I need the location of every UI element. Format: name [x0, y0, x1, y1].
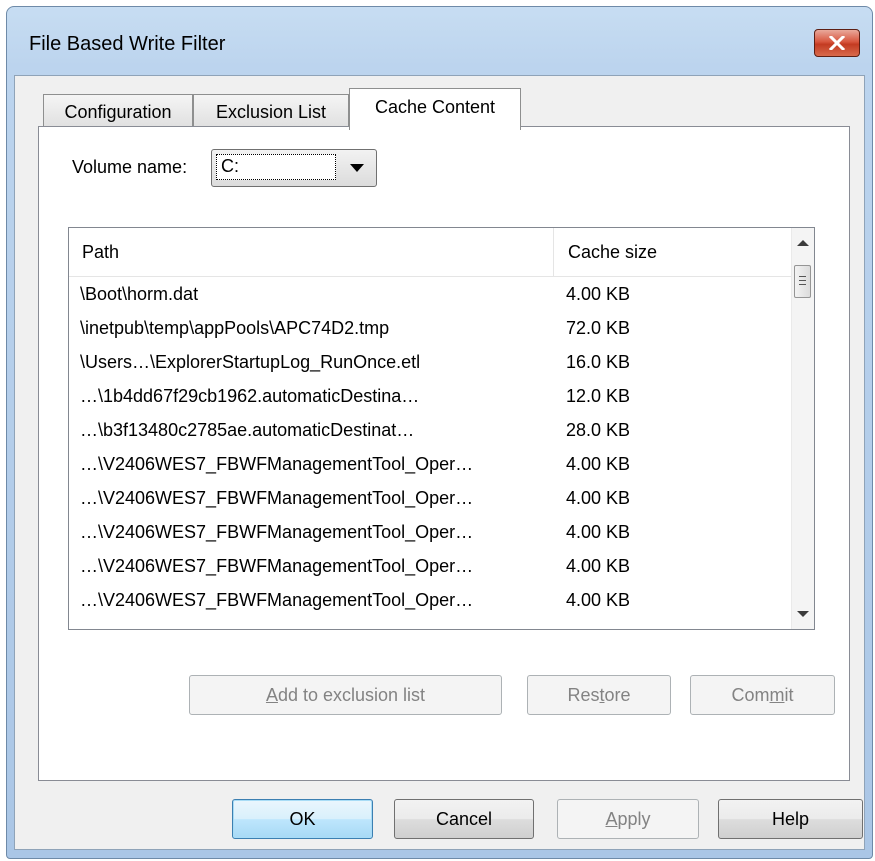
table-row[interactable]: \inetpub\temp\appPools\APC74D2.tmp 72.0 …	[69, 312, 796, 346]
row-cache-size: 4.00 KB	[566, 454, 631, 474]
column-header-cache-size[interactable]: Cache size	[568, 242, 657, 263]
apply-button[interactable]: Apply	[557, 799, 699, 839]
tab-label: Cache Content	[374, 97, 496, 117]
label-part: Res	[567, 684, 600, 705]
tab-label: Configuration	[64, 102, 172, 122]
label-part: Com	[731, 684, 770, 705]
row-path: …\V2406WES7_FBWFManagementTool_Oper…	[80, 556, 474, 576]
tab-configuration[interactable]: Configuration	[43, 94, 193, 130]
table-row[interactable]: …\1b4dd67f29cb1962.automaticDestina… 12.…	[69, 380, 796, 414]
row-path: \Users…\ExplorerStartupLog_RunOnce.etl	[80, 352, 421, 372]
table-row[interactable]: …\V2406WES7_FBWFManagementTool_Oper… 4.0…	[69, 516, 796, 550]
column-divider[interactable]	[553, 228, 554, 276]
commit-button[interactable]: Commit	[690, 675, 835, 715]
help-button[interactable]: Help	[718, 799, 863, 839]
label-part: dd to exclusion list	[277, 684, 426, 705]
dialog-client-area: Configuration Exclusion List Cache Conte…	[14, 75, 865, 850]
volume-name-value: C:	[216, 154, 336, 180]
row-cache-size: 4.00 KB	[566, 522, 631, 542]
table-row[interactable]: \Boot\horm.dat 4.00 KB	[69, 278, 796, 312]
button-label: Cancel	[435, 808, 493, 829]
button-label: OK	[289, 808, 316, 829]
row-cache-size: 28.0 KB	[566, 420, 631, 440]
row-cache-size: 72.0 KB	[566, 318, 631, 338]
row-path: …\V2406WES7_FBWFManagementTool_Oper…	[80, 488, 474, 508]
button-label: Commit	[731, 685, 793, 706]
cache-content-panel: Volume name: C: Path Cache size \Boot\ho…	[38, 126, 850, 781]
button-label: Help	[771, 808, 810, 829]
close-button[interactable]	[814, 29, 860, 57]
tab-label: Exclusion List	[215, 102, 327, 122]
row-path: …\b3f13480c2785ae.automaticDestinat…	[80, 420, 415, 440]
restore-button[interactable]: Restore	[527, 675, 671, 715]
label-part: it	[784, 684, 794, 705]
row-cache-size: 12.0 KB	[566, 386, 631, 406]
button-label: Restore	[567, 685, 630, 706]
row-cache-size: 4.00 KB	[566, 284, 631, 304]
table-row[interactable]: \Users…\ExplorerStartupLog_RunOnce.etl 1…	[69, 346, 796, 380]
row-cache-size: 4.00 KB	[566, 488, 631, 508]
ok-button[interactable]: OK	[232, 799, 373, 839]
grip-line	[799, 276, 806, 277]
volume-name-dropdown[interactable]: C:	[211, 149, 377, 187]
column-header-path[interactable]: Path	[82, 242, 119, 263]
table-row[interactable]: …\V2406WES7_FBWFManagementTool_Oper… 4.0…	[69, 482, 796, 516]
window-title: File Based Write Filter	[29, 33, 226, 55]
access-key: m	[769, 684, 785, 705]
table-row[interactable]: …\V2406WES7_FBWFManagementTool_Oper… 4.0…	[69, 448, 796, 482]
scroll-down-arrow-icon[interactable]	[797, 611, 809, 617]
label-part: pply	[617, 808, 651, 829]
list-header: Path Cache size	[69, 228, 796, 277]
tab-cache-content[interactable]: Cache Content	[349, 88, 521, 130]
table-row[interactable]: …\b3f13480c2785ae.automaticDestinat… 28.…	[69, 414, 796, 448]
grip-line	[799, 280, 806, 281]
row-path: …\1b4dd67f29cb1962.automaticDestina…	[80, 386, 420, 406]
grip-line	[799, 284, 806, 285]
chevron-down-icon	[350, 164, 364, 172]
scroll-up-arrow-icon[interactable]	[797, 240, 809, 246]
cache-content-list[interactable]: Path Cache size \Boot\horm.dat 4.00 KB \…	[68, 227, 815, 630]
title-bar[interactable]: File Based Write Filter	[7, 7, 872, 75]
access-key: A	[265, 684, 278, 705]
row-path: …\V2406WES7_FBWFManagementTool_Oper…	[80, 522, 474, 542]
close-icon	[829, 36, 845, 50]
row-path: …\V2406WES7_FBWFManagementTool_Oper…	[80, 590, 474, 610]
table-row[interactable]: …\V2406WES7_FBWFManagementTool_Oper… 4.0…	[69, 584, 796, 618]
row-path: …\V2406WES7_FBWFManagementTool_Oper…	[80, 454, 474, 474]
row-cache-size: 4.00 KB	[566, 556, 631, 576]
row-cache-size: 16.0 KB	[566, 352, 631, 372]
volume-name-label: Volume name:	[72, 157, 188, 177]
label-part: ore	[604, 684, 631, 705]
cancel-button[interactable]: Cancel	[394, 799, 534, 839]
button-label: Apply	[605, 809, 650, 830]
table-row[interactable]: …\V2406WES7_FBWFManagementTool_Oper… 4.0…	[69, 550, 796, 584]
row-cache-size: 4.00 KB	[566, 590, 631, 610]
button-label: Add to exclusion list	[266, 685, 425, 706]
vertical-scrollbar[interactable]	[791, 228, 814, 629]
dialog-window: File Based Write Filter Configuration Ex…	[6, 6, 873, 859]
tab-exclusion-list[interactable]: Exclusion List	[193, 94, 349, 130]
row-path: \inetpub\temp\appPools\APC74D2.tmp	[80, 318, 390, 338]
scrollbar-thumb[interactable]	[794, 265, 811, 298]
add-to-exclusion-list-button[interactable]: Add to exclusion list	[189, 675, 502, 715]
access-key: A	[605, 808, 618, 829]
row-path: \Boot\horm.dat	[80, 284, 199, 304]
